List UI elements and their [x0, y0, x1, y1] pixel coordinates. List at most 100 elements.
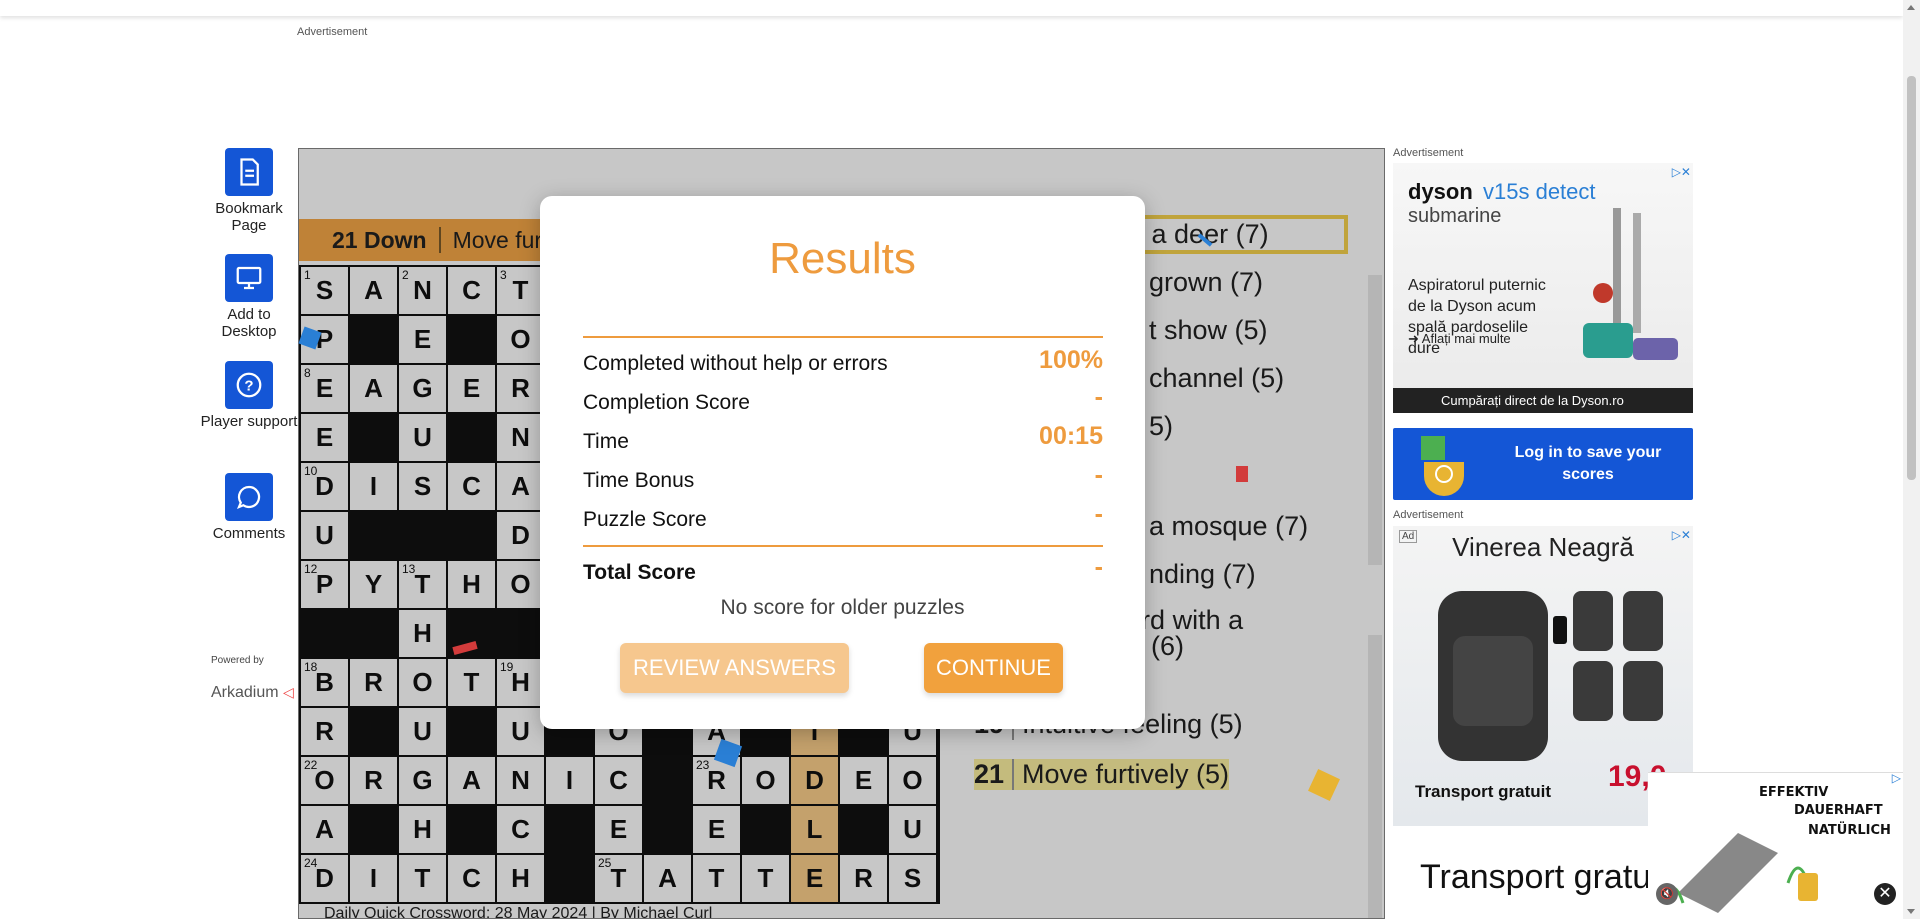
grid-cell[interactable]: 24 D	[300, 854, 349, 903]
grid-cell[interactable]: A	[349, 266, 398, 315]
grid-cell[interactable]: 22 O	[300, 756, 349, 805]
grid-cell[interactable]: L	[790, 805, 839, 854]
grid-cell[interactable]	[643, 805, 692, 854]
clue-item[interactable]: channel (5)	[1149, 363, 1284, 394]
grid-cell[interactable]	[398, 511, 447, 560]
grid-cell[interactable]	[545, 854, 594, 903]
grid-cell[interactable]: 2N	[398, 266, 447, 315]
grid-cell[interactable]: I	[545, 756, 594, 805]
grid-cell[interactable]: 18 B	[300, 658, 349, 707]
grid-cell[interactable]	[300, 609, 349, 658]
grid-cell[interactable]	[349, 315, 398, 364]
grid-cell[interactable]: A	[349, 364, 398, 413]
grid-cell[interactable]	[447, 315, 496, 364]
grid-cell[interactable]: C	[496, 805, 545, 854]
ad-choices-icon[interactable]: ▷✕	[1663, 165, 1691, 179]
grid-cell[interactable]: 12 P	[300, 560, 349, 609]
grid-cell[interactable]	[349, 511, 398, 560]
grid-cell[interactable]: C	[447, 462, 496, 511]
grid-cell[interactable]: R	[496, 364, 545, 413]
grid-cell[interactable]: T	[398, 854, 447, 903]
clue-item[interactable]: 21 Move furtively (5)	[974, 759, 1230, 790]
grid-cell[interactable]	[349, 413, 398, 462]
bookmark-page-button[interactable]: Bookmark Page	[199, 148, 299, 234]
grid-cell[interactable]: I	[349, 462, 398, 511]
grid-cell[interactable]: R	[839, 854, 888, 903]
grid-cell[interactable]	[447, 511, 496, 560]
grid-cell[interactable]	[349, 805, 398, 854]
grid-cell[interactable]: E	[300, 413, 349, 462]
grid-cell[interactable]	[545, 805, 594, 854]
player-support-button[interactable]: ? Player support	[199, 361, 299, 430]
grid-cell[interactable]: U	[300, 511, 349, 560]
grid-cell[interactable]: 8E	[300, 364, 349, 413]
grid-cell[interactable]: H	[398, 805, 447, 854]
grid-cell[interactable]: U	[888, 805, 937, 854]
grid-cell[interactable]	[741, 805, 790, 854]
add-to-desktop-button[interactable]: Add to Desktop	[199, 254, 299, 340]
grid-cell[interactable]	[447, 805, 496, 854]
grid-cell[interactable]: H	[398, 609, 447, 658]
page-scrollbar[interactable]	[1903, 0, 1920, 919]
grid-cell[interactable]: U	[398, 413, 447, 462]
close-ad-button[interactable]: ✕	[1874, 883, 1896, 905]
grid-cell[interactable]: G	[398, 756, 447, 805]
grid-cell[interactable]: A	[496, 462, 545, 511]
grid-cell[interactable]: E	[398, 315, 447, 364]
grid-cell[interactable]: Y	[349, 560, 398, 609]
grid-cell[interactable]: U	[398, 707, 447, 756]
scroll-thumb[interactable]	[1907, 76, 1916, 480]
grid-cell[interactable]: C	[594, 756, 643, 805]
grid-cell[interactable]: O	[741, 756, 790, 805]
corner-video-ad[interactable]: EFFEKTIV DAUERHAFT NATÜRLICH 🔇 ✕ ▷	[1648, 771, 1903, 919]
grid-cell[interactable]: A	[300, 805, 349, 854]
grid-cell[interactable]: S	[398, 462, 447, 511]
grid-cell[interactable]: 3T	[496, 266, 545, 315]
grid-cell[interactable]: H	[447, 560, 496, 609]
grid-cell[interactable]: 10 D	[300, 462, 349, 511]
ad-choices-icon[interactable]: ▷✕	[1663, 528, 1691, 542]
grid-cell[interactable]: 13 T	[398, 560, 447, 609]
login-save-scores-button[interactable]: Log in to save your scores	[1393, 428, 1693, 500]
comments-button[interactable]: Comments	[199, 473, 299, 542]
grid-cell[interactable]: C	[447, 266, 496, 315]
grid-cell[interactable]: R	[349, 658, 398, 707]
grid-cell[interactable]: A	[643, 854, 692, 903]
grid-cell[interactable]	[349, 609, 398, 658]
grid-cell[interactable]	[496, 609, 545, 658]
grid-cell[interactable]: A	[447, 756, 496, 805]
grid-cell[interactable]: N	[496, 413, 545, 462]
grid-cell[interactable]: N	[496, 756, 545, 805]
clue-item[interactable]: grown (7)	[1149, 267, 1263, 298]
grid-cell[interactable]: S	[888, 854, 937, 903]
clue-item[interactable]: 5)	[1149, 411, 1173, 442]
grid-cell[interactable]: I	[349, 854, 398, 903]
grid-cell[interactable]: E	[790, 854, 839, 903]
grid-cell[interactable]: T	[447, 658, 496, 707]
grid-cell[interactable]	[349, 707, 398, 756]
grid-cell[interactable]: E	[447, 364, 496, 413]
grid-cell[interactable]: H	[496, 854, 545, 903]
grid-cell[interactable]: D	[496, 511, 545, 560]
grid-cell[interactable]: 25 T	[594, 854, 643, 903]
clue-item[interactable]: nding (7)	[1149, 559, 1256, 590]
grid-cell[interactable]: E	[594, 805, 643, 854]
grid-cell[interactable]: E	[692, 805, 741, 854]
grid-cell[interactable]: O	[496, 560, 545, 609]
grid-cell[interactable]	[839, 805, 888, 854]
grid-cell[interactable]: R	[349, 756, 398, 805]
dyson-ad[interactable]: dyson v15s detect submarine Aspiratorul …	[1393, 163, 1693, 413]
mute-icon[interactable]: 🔇	[1656, 883, 1678, 905]
review-answers-button[interactable]: REVIEW ANSWERS	[620, 643, 849, 693]
scroll-up-icon[interactable]	[1907, 5, 1915, 10]
arkadium-logo[interactable]: Arkadium ◁	[211, 684, 294, 702]
grid-cell[interactable]	[643, 756, 692, 805]
continue-button[interactable]: CONTINUE	[924, 643, 1063, 693]
grid-cell[interactable]: R	[300, 707, 349, 756]
grid-cell[interactable]: O	[398, 658, 447, 707]
grid-cell[interactable]: O	[888, 756, 937, 805]
down-scrollbar[interactable]	[1368, 635, 1382, 918]
ad-choices-icon[interactable]: ▷	[1873, 771, 1901, 785]
grid-cell[interactable]	[447, 707, 496, 756]
across-scrollbar[interactable]	[1368, 275, 1382, 565]
